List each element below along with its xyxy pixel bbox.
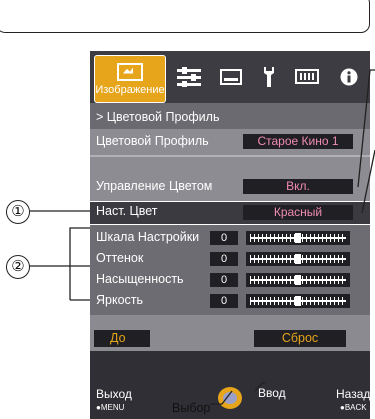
callout-lines bbox=[29, 69, 375, 405]
slider-handle[interactable] bbox=[295, 233, 301, 243]
slider-handle[interactable] bbox=[295, 275, 301, 285]
slider-handle[interactable] bbox=[295, 296, 301, 306]
slider-handle[interactable] bbox=[295, 254, 301, 264]
callout-2: ② bbox=[6, 255, 30, 279]
callout-1: ① bbox=[6, 200, 30, 224]
